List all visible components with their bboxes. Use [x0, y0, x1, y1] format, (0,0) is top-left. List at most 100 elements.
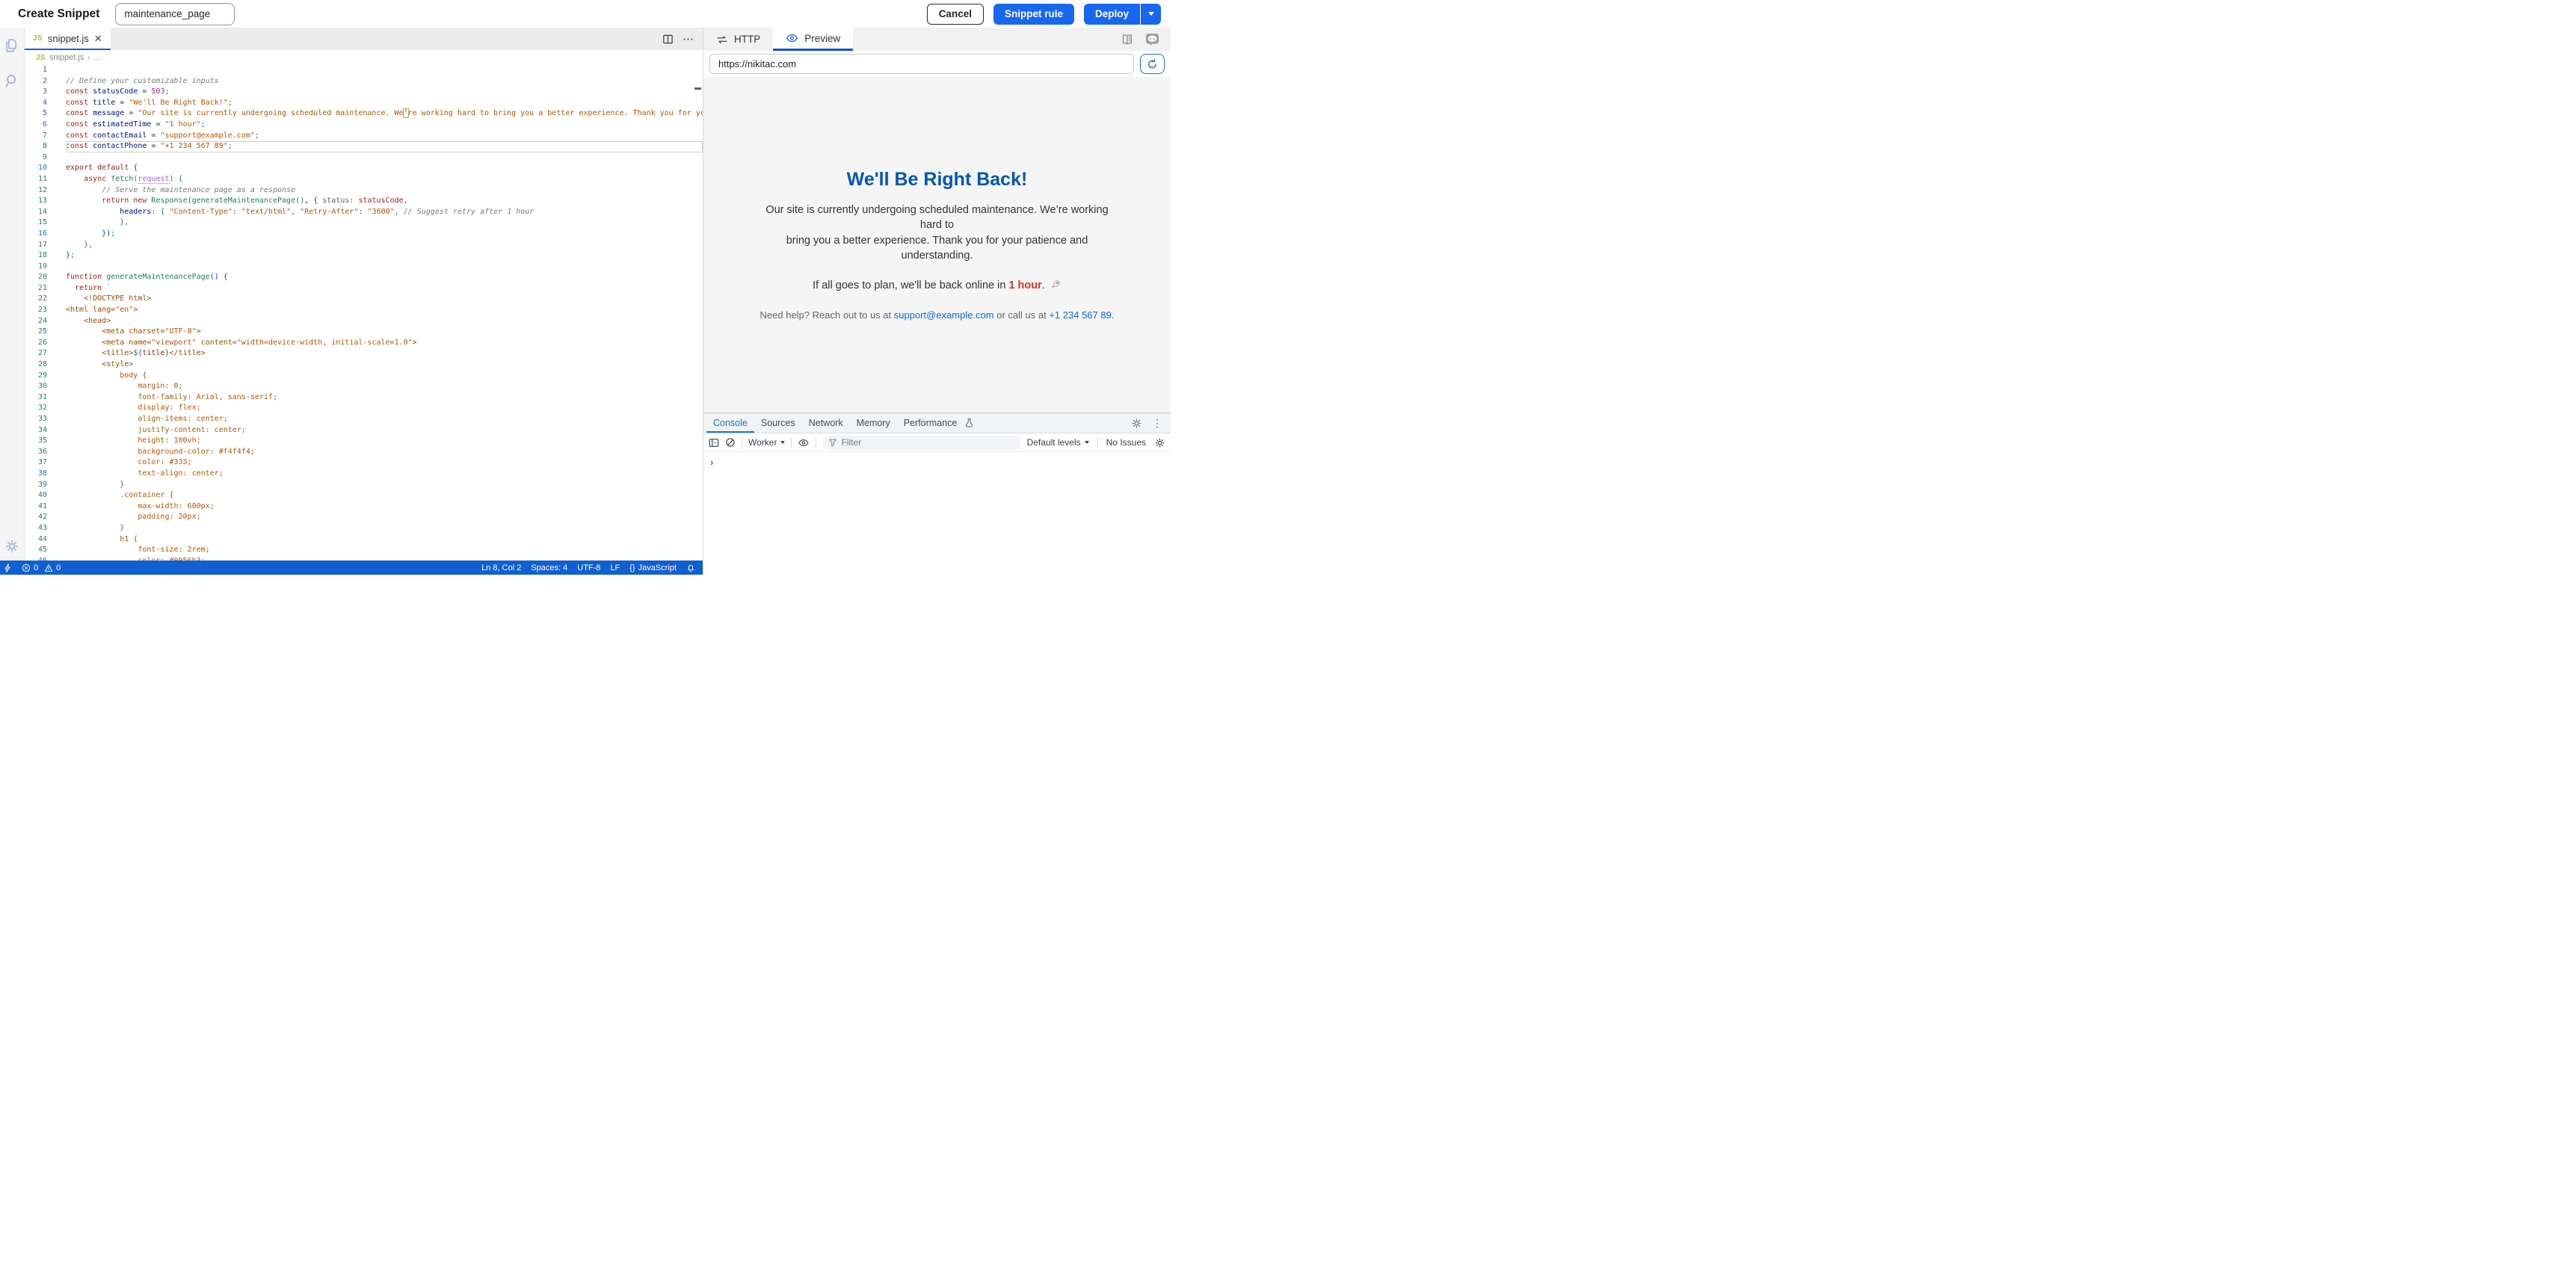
devtools-tab-network[interactable]: Network [802, 413, 850, 433]
problems-indicator[interactable]: 0 0 [22, 563, 61, 572]
cancel-button[interactable]: Cancel [927, 4, 984, 25]
breadcrumb-more[interactable]: ... [94, 53, 101, 62]
clear-console-icon[interactable] [725, 437, 736, 448]
code-line[interactable]: 27 <title>${title}</title> [25, 348, 703, 359]
devtools-tab-console[interactable]: Console [706, 413, 754, 433]
code-line[interactable]: 13 return new Response(generateMaintenan… [25, 196, 703, 207]
docs-book-icon[interactable] [1121, 34, 1134, 46]
devtools-tab-memory[interactable]: Memory [850, 413, 897, 433]
code-line[interactable]: 40 .container { [25, 490, 703, 501]
code-line[interactable]: 1 [25, 65, 703, 76]
console-output[interactable]: › [703, 452, 1171, 575]
close-tab-icon[interactable]: ✕ [94, 34, 102, 43]
code-line[interactable]: 44 h1 { [25, 534, 703, 546]
remote-indicator-icon[interactable] [4, 563, 12, 572]
code-line[interactable]: 42 padding: 20px; [25, 512, 703, 523]
code-line[interactable]: 31 font-family: Arial, sans-serif; [25, 392, 703, 404]
code-line[interactable]: 37 color: #333; [25, 457, 703, 469]
console-sidebar-icon[interactable] [709, 438, 719, 448]
support-email-link[interactable]: support@example.com [894, 309, 994, 321]
code-line[interactable]: 19 [25, 262, 703, 273]
code-line[interactable]: 9 [25, 152, 703, 164]
console-prompt[interactable]: › [710, 457, 713, 468]
code-line[interactable]: 30 margin: 0; [25, 381, 703, 392]
code-line[interactable]: 26 <meta name="viewport" content="width=… [25, 338, 703, 349]
deploy-dropdown-button[interactable] [1141, 4, 1161, 25]
code-line[interactable]: 36 background-color: #f4f4f4; [25, 447, 703, 458]
line-number: 23 [25, 305, 47, 316]
tab-snippet-js[interactable]: JS snippet.js ✕ [25, 28, 111, 50]
code-line[interactable]: 6const estimatedTime = "1 hour"; [25, 120, 703, 131]
code-line[interactable]: 4const title = "We'll Be Right Back!"; [25, 98, 703, 109]
console-filter[interactable] [822, 436, 1020, 450]
settings-gear-icon[interactable] [4, 539, 19, 554]
search-icon[interactable] [4, 72, 20, 89]
code-editor[interactable]: 12// Define your customizable inputs3con… [25, 65, 703, 561]
filter-input[interactable] [841, 437, 1014, 448]
deploy-button[interactable]: Deploy [1084, 4, 1140, 25]
language-mode[interactable]: {} JavaScript [629, 563, 677, 572]
split-editor-icon[interactable] [662, 34, 674, 45]
code-line[interactable]: 18}; [25, 250, 703, 262]
code-line[interactable]: 17 }, [25, 240, 703, 251]
devtools-tab-performance[interactable]: Performance [897, 413, 964, 433]
refresh-button[interactable] [1140, 54, 1165, 74]
code-line[interactable]: 22 <!DOCTYPE html> [25, 294, 703, 305]
devtools-settings-gear-icon[interactable] [1131, 418, 1142, 429]
code-line[interactable]: 12 // Serve the maintenance page as a re… [25, 185, 703, 197]
code-line[interactable]: 43 } [25, 523, 703, 534]
code-line[interactable]: 16 }); [25, 229, 703, 240]
context-selector[interactable]: Worker [748, 437, 785, 448]
url-input[interactable] [709, 54, 1134, 74]
code-line[interactable]: 15 }, [25, 217, 703, 229]
code-line[interactable]: 24 <head> [25, 316, 703, 327]
code-line[interactable]: 8const contactPhone = "+1 234 567 89"; [25, 141, 703, 152]
code-line[interactable]: 29 body { [25, 371, 703, 382]
issues-counter[interactable]: No Issues [1106, 437, 1146, 448]
code-line[interactable]: 14 headers: { "Content-Type": "text/html… [25, 207, 703, 218]
code-line[interactable]: 41 max-width: 600px; [25, 501, 703, 513]
more-actions-icon[interactable]: ⋯ [682, 32, 694, 46]
cursor-position[interactable]: Ln 8, Col 2 [481, 563, 521, 572]
indentation-setting[interactable]: Spaces: 4 [531, 563, 567, 572]
code-line[interactable]: 46 color: #0056b3; [25, 556, 703, 561]
notifications-bell-icon[interactable] [686, 563, 695, 572]
phone-link[interactable]: +1 234 567 89 [1049, 309, 1112, 321]
code-line[interactable]: 35 height: 100vh; [25, 436, 703, 447]
eol-setting[interactable]: LF [610, 563, 620, 572]
code-line[interactable]: 34 justify-content: center; [25, 425, 703, 436]
code-line[interactable]: 33 align-items: center; [25, 414, 703, 425]
code-line[interactable]: 7const contactEmail = "support@example.c… [25, 131, 703, 142]
devtools-kebab-menu-icon[interactable]: ⋮ [1152, 417, 1162, 430]
breadcrumb[interactable]: JS snippet.js › ... [25, 50, 703, 65]
code-line[interactable]: 23<html lang="en"> [25, 305, 703, 316]
code-line[interactable]: 25 <meta charset="UTF-8"> [25, 327, 703, 338]
code-line[interactable]: 20function generateMaintenancePage() { [25, 272, 703, 283]
code-line[interactable]: 21 return ` [25, 283, 703, 294]
tab-preview[interactable]: Preview [773, 28, 853, 51]
breadcrumb-separator-icon: › [87, 54, 90, 62]
code-line[interactable]: 10export default { [25, 163, 703, 174]
files-icon[interactable] [4, 37, 20, 54]
encoding-setting[interactable]: UTF-8 [577, 563, 600, 572]
code-line[interactable]: 2// Define your customizable inputs [25, 76, 703, 87]
code-line[interactable]: 5const message = "Our site is currently … [25, 108, 703, 120]
code-line[interactable]: 11 async fetch(request) { [25, 174, 703, 185]
code-line[interactable]: 3const statusCode = 503; [25, 87, 703, 98]
experiments-flask-icon[interactable] [964, 413, 974, 433]
snippet-name-input[interactable] [115, 3, 235, 25]
code-line[interactable]: 45 font-size: 2rem; [25, 545, 703, 556]
devtools-tab-sources[interactable]: Sources [754, 413, 802, 433]
code-line[interactable]: 28 <style> [25, 359, 703, 371]
tab-http[interactable]: HTTP [703, 28, 773, 51]
live-expression-eye-icon[interactable] [798, 438, 810, 448]
log-levels-selector[interactable]: Default levels [1027, 437, 1089, 448]
code-line[interactable]: 32 display: flex; [25, 403, 703, 414]
snippet-rule-button[interactable]: Snippet rule [993, 4, 1074, 25]
code-line[interactable]: 38 text-align: center; [25, 469, 703, 480]
console-settings-gear-icon[interactable] [1154, 437, 1165, 448]
scrollbar-marker[interactable] [694, 87, 701, 90]
code-line[interactable]: 39 } [25, 480, 703, 491]
breadcrumb-file[interactable]: snippet.js [49, 53, 84, 62]
discord-icon[interactable] [1145, 33, 1159, 46]
